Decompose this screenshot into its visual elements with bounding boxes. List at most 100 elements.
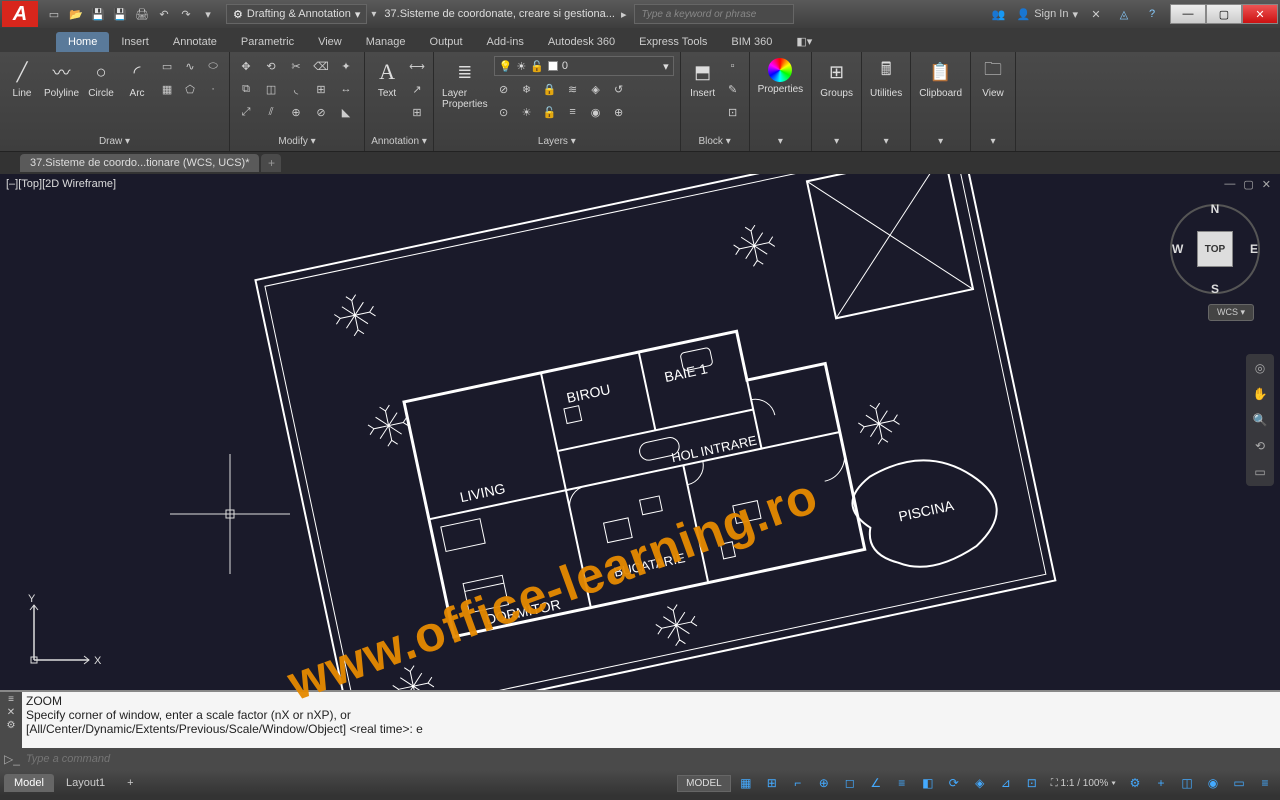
properties-button[interactable]: Properties: [756, 56, 806, 97]
explode-icon[interactable]: ✦: [336, 56, 356, 76]
panel-label[interactable]: ▾: [818, 134, 855, 147]
tab-output[interactable]: Output: [418, 32, 475, 52]
modelspace-button[interactable]: MODEL: [677, 775, 731, 792]
tab-addins[interactable]: Add-ins: [475, 32, 536, 52]
compass-n[interactable]: N: [1211, 202, 1220, 216]
panel-label[interactable]: ▾: [756, 134, 806, 147]
insert-block-button[interactable]: ⬒Insert: [687, 56, 719, 101]
hatch-icon[interactable]: ▦: [157, 79, 177, 99]
panel-label[interactable]: Block ▾: [687, 134, 743, 147]
polyline-button[interactable]: 〰Polyline: [42, 56, 81, 101]
erase-icon[interactable]: ⌫: [311, 56, 331, 76]
nav-pan-icon[interactable]: ✋: [1250, 384, 1270, 404]
tab-featured[interactable]: ◧▾: [784, 31, 824, 52]
grid-icon[interactable]: ▦: [735, 773, 757, 793]
qat-more-icon[interactable]: ▾: [198, 4, 218, 24]
panel-label[interactable]: ▾: [868, 134, 904, 147]
trim-icon[interactable]: ✂: [286, 56, 306, 76]
clipboard-button[interactable]: 📋Clipboard: [917, 56, 964, 101]
layer-dropdown[interactable]: 💡 ☀ 🔓 0 ▾: [494, 56, 674, 76]
circle-button[interactable]: ○Circle: [85, 56, 117, 101]
stretch-icon[interactable]: ↔: [336, 79, 356, 99]
fillet-icon[interactable]: ◟: [286, 79, 306, 99]
compass-w[interactable]: W: [1172, 242, 1183, 256]
saveas-icon[interactable]: 💾: [110, 4, 130, 24]
add-layout-button[interactable]: +: [117, 774, 143, 792]
annotation-scale[interactable]: ⛶ 1:1 / 100% ▾: [1047, 778, 1120, 789]
arc-button[interactable]: ◜Arc: [121, 56, 153, 101]
dynucs-icon[interactable]: ⊿: [995, 773, 1017, 793]
rect-icon[interactable]: ▭: [157, 56, 177, 76]
table-icon[interactable]: ⊞: [407, 102, 427, 122]
layer-iso-icon[interactable]: ◈: [586, 79, 606, 99]
panel-label[interactable]: ▾: [917, 134, 964, 147]
drawing-area[interactable]: [–][Top][2D Wireframe] — ▢ ✕: [0, 174, 1280, 690]
join-icon[interactable]: ⊕: [286, 102, 306, 122]
viewcube[interactable]: N S E W TOP: [1170, 204, 1260, 294]
cmd-close-icon[interactable]: ✕: [7, 707, 15, 718]
attr-icon[interactable]: ⊡: [723, 102, 743, 122]
nav-zoom-icon[interactable]: 🔍: [1250, 410, 1270, 430]
maximize-button[interactable]: ▢: [1206, 4, 1242, 24]
osnap-icon[interactable]: ◻: [839, 773, 861, 793]
layer-walk-icon[interactable]: ◉: [586, 102, 606, 122]
groups-button[interactable]: ⊞Groups: [818, 56, 855, 101]
hardware-icon[interactable]: ◫: [1176, 773, 1198, 793]
compass-s[interactable]: S: [1211, 282, 1219, 296]
tab-bim360[interactable]: BIM 360: [719, 32, 784, 52]
command-input[interactable]: [26, 753, 1276, 765]
add-tab-button[interactable]: +: [261, 154, 281, 172]
tab-annotate[interactable]: Annotate: [161, 32, 229, 52]
move-icon[interactable]: ✥: [236, 56, 256, 76]
tab-autodesk360[interactable]: Autodesk 360: [536, 32, 627, 52]
nav-wheel-icon[interactable]: ◎: [1250, 358, 1270, 378]
open-icon[interactable]: 📂: [66, 4, 86, 24]
redo-icon[interactable]: ↷: [176, 4, 196, 24]
layer-prev-icon[interactable]: ↺: [609, 79, 629, 99]
undo-icon[interactable]: ↶: [154, 4, 174, 24]
panel-label[interactable]: Draw ▾: [6, 134, 223, 147]
help-icon[interactable]: ?: [1142, 4, 1162, 24]
layer-properties-button[interactable]: ≣Layer Properties: [440, 56, 490, 112]
utilities-button[interactable]: 🖩Utilities: [868, 56, 904, 101]
compass-e[interactable]: E: [1250, 242, 1258, 256]
break-icon[interactable]: ⊘: [311, 102, 331, 122]
cmd-history-icon[interactable]: ≡: [8, 694, 14, 705]
dimension-icon[interactable]: ⟷: [407, 56, 427, 76]
exchange2-icon[interactable]: ◬: [1114, 4, 1134, 24]
array-icon[interactable]: ⊞: [311, 79, 331, 99]
3dosnap-icon[interactable]: ◈: [969, 773, 991, 793]
wcs-label[interactable]: WCS ▾: [1208, 304, 1254, 321]
layer-unlock-icon[interactable]: 🔓: [540, 102, 560, 122]
title-arrow-icon[interactable]: ▸: [621, 8, 627, 21]
layer-on-icon[interactable]: ⊙: [494, 102, 514, 122]
layer-state-icon[interactable]: ≡: [563, 102, 583, 122]
cycling-icon[interactable]: ⟳: [943, 773, 965, 793]
plot-icon[interactable]: 🖨: [132, 4, 152, 24]
leader-icon[interactable]: ↗: [407, 79, 427, 99]
copy-icon[interactable]: ⧉: [236, 79, 256, 99]
panel-label[interactable]: ▾: [977, 134, 1009, 147]
nav-showmotion-icon[interactable]: ▭: [1250, 462, 1270, 482]
point-icon[interactable]: ·: [203, 79, 223, 99]
layer-lock-icon[interactable]: 🔒: [540, 79, 560, 99]
panel-label[interactable]: Layers ▾: [440, 134, 674, 147]
layer-merge-icon[interactable]: ⊕: [609, 102, 629, 122]
layer-off-icon[interactable]: ⊘: [494, 79, 514, 99]
edit-block-icon[interactable]: ✎: [723, 79, 743, 99]
tab-home[interactable]: Home: [56, 32, 109, 52]
cmd-config-icon[interactable]: ⚙: [7, 720, 16, 731]
snap-icon[interactable]: ⊞: [761, 773, 783, 793]
scale-icon[interactable]: ⤢: [236, 102, 256, 122]
annomonitor-icon[interactable]: +: [1150, 773, 1172, 793]
minimize-button[interactable]: —: [1170, 4, 1206, 24]
isolate-icon[interactable]: ◉: [1202, 773, 1224, 793]
rotate-icon[interactable]: ⟲: [261, 56, 281, 76]
canvas[interactable]: BIROU BAIE 1 LIVING HOL INTRARE DORMITOR…: [0, 174, 1280, 690]
search-icon[interactable]: 👥: [989, 4, 1009, 24]
chamfer-icon[interactable]: ◣: [336, 102, 356, 122]
create-block-icon[interactable]: ▫: [723, 56, 743, 76]
layer-freeze-icon[interactable]: ❄: [517, 79, 537, 99]
tab-insert[interactable]: Insert: [109, 32, 161, 52]
line-button[interactable]: ╱Line: [6, 56, 38, 101]
